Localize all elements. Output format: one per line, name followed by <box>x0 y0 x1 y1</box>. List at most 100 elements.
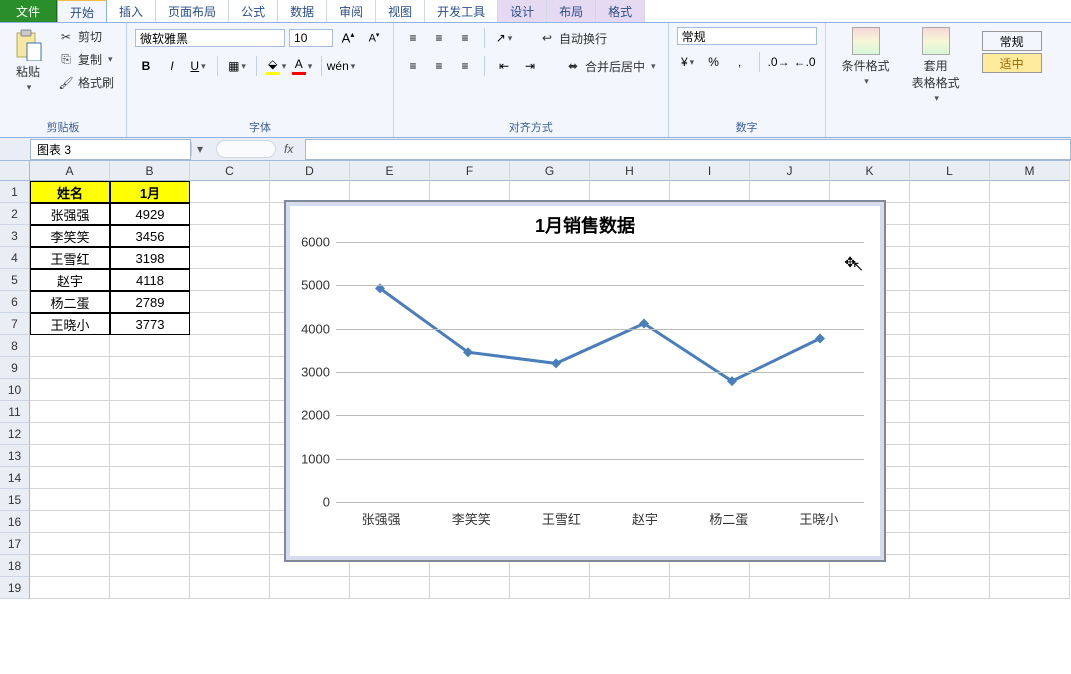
currency-button[interactable]: ¥▾ <box>677 51 699 73</box>
cell[interactable] <box>350 577 430 599</box>
grow-font-button[interactable]: A▴ <box>337 27 359 49</box>
cell[interactable] <box>910 203 990 225</box>
align-left-button[interactable]: ≡ <box>402 55 424 77</box>
cell[interactable] <box>910 335 990 357</box>
cell[interactable] <box>430 181 510 203</box>
cell[interactable] <box>590 577 670 599</box>
col-header-D[interactable]: D <box>270 161 350 181</box>
copy-button[interactable]: ⎘复制▾ <box>54 50 118 69</box>
cell[interactable] <box>190 423 270 445</box>
cell[interactable] <box>110 445 190 467</box>
data-cell[interactable]: 3456 <box>110 225 190 247</box>
embedded-chart[interactable]: 1月销售数据 0100020003000400050006000 张强强李笑笑王… <box>285 201 885 561</box>
cell[interactable] <box>750 577 830 599</box>
cell[interactable] <box>110 357 190 379</box>
chart-title[interactable]: 1月销售数据 <box>286 202 884 242</box>
bold-button[interactable]: B <box>135 55 157 77</box>
style-good[interactable]: 适中 <box>982 53 1042 73</box>
table-format-button[interactable]: 套用 表格格式 ▾ <box>904 27 968 104</box>
row-header-19[interactable]: 19 <box>0 577 30 599</box>
cell[interactable] <box>190 247 270 269</box>
tab-formulas[interactable]: 公式 <box>229 0 278 22</box>
cell[interactable] <box>30 577 110 599</box>
cell[interactable] <box>990 467 1070 489</box>
col-header-F[interactable]: F <box>430 161 510 181</box>
cell[interactable] <box>910 577 990 599</box>
cell[interactable] <box>190 357 270 379</box>
tab-insert[interactable]: 插入 <box>107 0 156 22</box>
col-header-E[interactable]: E <box>350 161 430 181</box>
cell[interactable] <box>110 335 190 357</box>
col-header-H[interactable]: H <box>590 161 670 181</box>
formula-input[interactable] <box>305 139 1071 160</box>
cell[interactable] <box>190 467 270 489</box>
cell[interactable] <box>110 511 190 533</box>
cell[interactable] <box>910 467 990 489</box>
data-cell[interactable]: 2789 <box>110 291 190 313</box>
cell[interactable] <box>110 423 190 445</box>
format-painter-button[interactable]: 🖌格式刷 <box>54 73 118 92</box>
cell[interactable] <box>910 181 990 203</box>
fx-buttons[interactable] <box>216 140 276 158</box>
cell[interactable] <box>30 401 110 423</box>
row-header-10[interactable]: 10 <box>0 379 30 401</box>
cell[interactable] <box>190 555 270 577</box>
cell[interactable] <box>30 357 110 379</box>
cell[interactable] <box>910 555 990 577</box>
underline-button[interactable]: U▾ <box>187 55 209 77</box>
cell-styles-gallery[interactable]: 常规 适中 <box>974 27 1050 77</box>
tab-developer[interactable]: 开发工具 <box>425 0 498 22</box>
comma-button[interactable]: , <box>729 51 751 73</box>
cell[interactable] <box>350 181 430 203</box>
data-cell[interactable]: 王雪红 <box>30 247 110 269</box>
cell[interactable] <box>990 357 1070 379</box>
align-bottom-button[interactable]: ≡ <box>454 27 476 49</box>
shrink-font-button[interactable]: A▾ <box>363 27 385 49</box>
cell[interactable] <box>990 511 1070 533</box>
cell[interactable] <box>190 335 270 357</box>
col-header-G[interactable]: G <box>510 161 590 181</box>
cell[interactable] <box>190 379 270 401</box>
cell[interactable] <box>30 511 110 533</box>
cell[interactable] <box>190 489 270 511</box>
cell[interactable] <box>990 247 1070 269</box>
tab-chart-design[interactable]: 设计 <box>498 0 547 22</box>
align-top-button[interactable]: ≡ <box>402 27 424 49</box>
align-middle-button[interactable]: ≡ <box>428 27 450 49</box>
cell[interactable] <box>190 401 270 423</box>
cell[interactable] <box>990 423 1070 445</box>
merge-center-button[interactable]: ⬌合并后居中▾ <box>561 57 660 76</box>
cell[interactable] <box>910 225 990 247</box>
cell[interactable] <box>910 357 990 379</box>
row-header-11[interactable]: 11 <box>0 401 30 423</box>
cell[interactable] <box>110 555 190 577</box>
tab-review[interactable]: 审阅 <box>327 0 376 22</box>
col-header-C[interactable]: C <box>190 161 270 181</box>
tab-view[interactable]: 视图 <box>376 0 425 22</box>
cell[interactable] <box>670 577 750 599</box>
cell[interactable] <box>190 577 270 599</box>
cell[interactable] <box>590 181 670 203</box>
cell[interactable] <box>110 577 190 599</box>
style-normal[interactable]: 常规 <box>982 31 1042 51</box>
col-header-L[interactable]: L <box>910 161 990 181</box>
cell[interactable] <box>990 533 1070 555</box>
cell[interactable] <box>910 489 990 511</box>
row-header-1[interactable]: 1 <box>0 181 30 203</box>
tab-data[interactable]: 数据 <box>278 0 327 22</box>
data-cell[interactable]: 4118 <box>110 269 190 291</box>
cell[interactable] <box>990 489 1070 511</box>
row-header-4[interactable]: 4 <box>0 247 30 269</box>
data-cell[interactable]: 李笑笑 <box>30 225 110 247</box>
cell[interactable] <box>30 533 110 555</box>
data-cell[interactable]: 1月 <box>110 181 190 203</box>
cell[interactable] <box>910 379 990 401</box>
row-header-15[interactable]: 15 <box>0 489 30 511</box>
cell[interactable] <box>990 203 1070 225</box>
data-cell[interactable]: 3773 <box>110 313 190 335</box>
italic-button[interactable]: I <box>161 55 183 77</box>
cell[interactable] <box>110 489 190 511</box>
tab-chart-layout[interactable]: 布局 <box>547 0 596 22</box>
tab-pagelayout[interactable]: 页面布局 <box>156 0 229 22</box>
row-header-13[interactable]: 13 <box>0 445 30 467</box>
